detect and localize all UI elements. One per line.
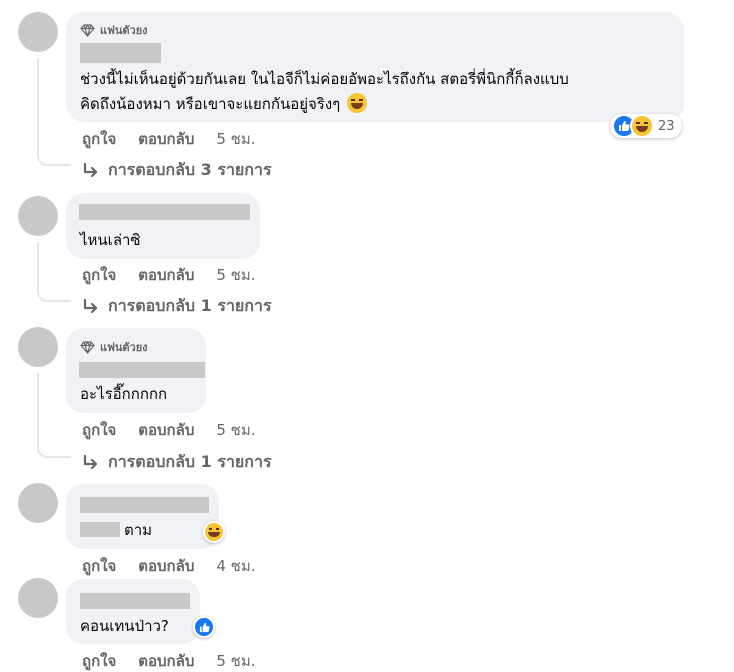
- avatar[interactable]: [18, 483, 58, 523]
- haha-reaction-icon: [205, 523, 223, 541]
- like-reaction-badge[interactable]: [193, 616, 215, 638]
- comment-actions: ถูกใจ ตอบกลับ 4 ชม.: [82, 554, 256, 578]
- comment-actions: ถูกใจ ตอบกลับ 5 ชม.: [82, 649, 256, 672]
- reply-arrow-icon: [83, 454, 98, 469]
- view-replies-label: การตอบกลับ 1 รายการ: [108, 452, 272, 471]
- timestamp[interactable]: 4 ชม.: [216, 554, 255, 578]
- comment-bubble: ตาม: [66, 484, 219, 549]
- reply-button[interactable]: ตอบกลับ: [138, 649, 194, 672]
- avatar[interactable]: [18, 196, 58, 236]
- timestamp[interactable]: 5 ชม.: [216, 418, 255, 442]
- diamond-icon: [80, 340, 95, 354]
- commenter-name[interactable]: [79, 204, 250, 220]
- comment-bubble: คอนเทนป่าว?: [66, 579, 200, 644]
- reply-connector: [37, 276, 71, 302]
- reply-connector: [37, 432, 71, 458]
- comment-text-line1: ช่วงนี้ไม่เห็นอยู่ด้วยกันเลย ในไอจีก็ไม่…: [80, 70, 569, 88]
- reply-button[interactable]: ตอบกลับ: [138, 127, 194, 151]
- reaction-count: 23: [658, 118, 675, 134]
- comment-actions: ถูกใจ ตอบกลับ 5 ชม.: [82, 127, 256, 151]
- comment-feed: แฟนตัวยง ช่วงนี้ไม่เห็นอยู่ด้วยกันเลย ใน…: [0, 0, 734, 672]
- top-fan-badge: แฟนตัวยง: [80, 338, 148, 356]
- avatar[interactable]: [18, 12, 58, 52]
- reply-button[interactable]: ตอบกลับ: [138, 418, 194, 442]
- commenter-name[interactable]: [80, 497, 209, 513]
- reply-button[interactable]: ตอบกลับ: [138, 263, 194, 287]
- badge-label: แฟนตัวยง: [100, 24, 148, 37]
- view-replies-label: การตอบกลับ 1 รายการ: [108, 296, 272, 315]
- view-replies-link[interactable]: การตอบกลับ 1 รายการ: [82, 294, 272, 319]
- commenter-name[interactable]: [80, 43, 161, 63]
- reply-arrow-icon: [83, 162, 98, 177]
- like-button[interactable]: ถูกใจ: [82, 649, 116, 672]
- comment-text: ตาม: [80, 518, 152, 542]
- laughing-emoji-icon: [347, 93, 368, 113]
- avatar[interactable]: [18, 327, 58, 367]
- avatar[interactable]: [18, 578, 58, 618]
- like-reaction-icon: [195, 618, 213, 636]
- comment-text-line2: คิดถึงน้องหมา หรือเขาจะแยกกันอยู่จริงๆ: [80, 92, 368, 116]
- haha-reaction-badge[interactable]: [203, 521, 225, 543]
- reply-arrow-icon: [83, 298, 98, 313]
- comment-bubble: แฟนตัวยง ช่วงนี้ไม่เห็นอยู่ด้วยกันเลย ใน…: [66, 12, 684, 122]
- comment-bubble: ไหนเล่าซิ: [66, 193, 260, 259]
- reactions-summary[interactable]: 23: [610, 114, 682, 138]
- comment-text: คอนเทนป่าว?: [80, 617, 169, 635]
- comment-actions: ถูกใจ ตอบกลับ 5 ชม.: [82, 418, 256, 442]
- comment-text: ไหนเล่าซิ: [80, 231, 141, 249]
- timestamp[interactable]: 5 ชม.: [216, 127, 255, 151]
- like-button[interactable]: ถูกใจ: [82, 554, 116, 578]
- comment-text: อะไรอี๊กกกกก: [80, 385, 168, 403]
- commenter-name[interactable]: [80, 593, 190, 609]
- mentioned-name[interactable]: [80, 522, 120, 537]
- diamond-icon: [80, 23, 95, 37]
- view-replies-label: การตอบกลับ 3 รายการ: [108, 160, 272, 179]
- timestamp[interactable]: 5 ชม.: [216, 649, 255, 672]
- view-replies-link[interactable]: การตอบกลับ 1 รายการ: [82, 450, 272, 475]
- reply-connector: [37, 140, 71, 166]
- thread-line: [37, 58, 39, 148]
- top-fan-badge: แฟนตัวยง: [80, 21, 148, 39]
- timestamp[interactable]: 5 ชม.: [216, 263, 255, 287]
- badge-label: แฟนตัวยง: [100, 341, 148, 354]
- haha-reaction-icon: [630, 114, 654, 138]
- like-button[interactable]: ถูกใจ: [82, 418, 116, 442]
- comment-bubble: แฟนตัวยง อะไรอี๊กกกกก: [66, 328, 206, 413]
- view-replies-link[interactable]: การตอบกลับ 3 รายการ: [82, 158, 272, 183]
- comment-actions: ถูกใจ ตอบกลับ 5 ชม.: [82, 263, 256, 287]
- like-button[interactable]: ถูกใจ: [82, 127, 116, 151]
- reply-button[interactable]: ตอบกลับ: [138, 554, 194, 578]
- like-button[interactable]: ถูกใจ: [82, 263, 116, 287]
- commenter-name[interactable]: [79, 362, 205, 378]
